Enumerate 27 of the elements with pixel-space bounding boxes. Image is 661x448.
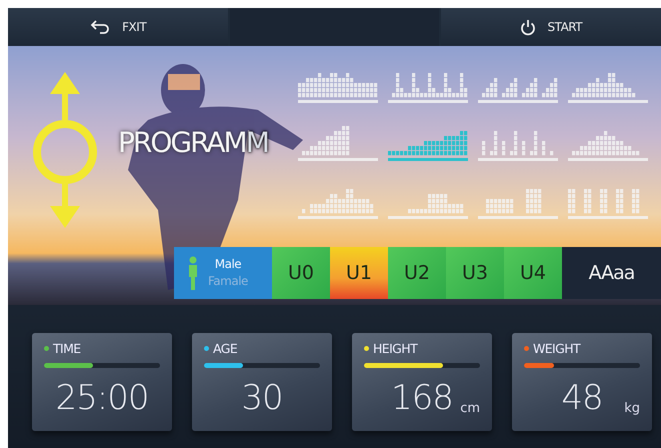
unit-label: cm — [460, 401, 480, 416]
user-button[interactable]: U2 — [388, 247, 446, 299]
gender-option[interactable]: Male — [214, 256, 242, 273]
card-label: AGE — [213, 341, 238, 356]
power-icon — [520, 18, 536, 36]
logo-icon — [30, 70, 100, 230]
card-label: WEIGHT — [533, 341, 580, 356]
card-label: HEIGHT — [373, 341, 418, 356]
user-button[interactable]: U0 — [272, 247, 330, 299]
card-value: 48 — [561, 378, 603, 418]
setting-card[interactable]: WEIGHT 48 kg — [512, 333, 652, 431]
user-button[interactable]: U1 — [330, 247, 388, 299]
card-value: 30 — [241, 378, 283, 418]
setting-card[interactable]: AGE 30 — [192, 333, 332, 431]
setting-card[interactable]: HEIGHT 168 cm — [352, 333, 492, 431]
unit-label: kg — [624, 401, 640, 416]
title-echo: M — [246, 126, 268, 159]
user-button[interactable]: U3 — [446, 247, 504, 299]
card-value: 168 — [391, 378, 453, 418]
font-size-button[interactable]: AAaa — [562, 247, 661, 299]
person-icon — [188, 256, 198, 290]
setting-card[interactable]: TIME 25:00 — [32, 333, 172, 431]
card-label: TIME — [53, 341, 81, 356]
card-value: 25:00 — [56, 378, 148, 418]
user-button[interactable]: U4 — [504, 247, 562, 299]
back-arrow-icon — [90, 20, 110, 34]
gender-selector[interactable]: Male Famale — [174, 247, 272, 299]
